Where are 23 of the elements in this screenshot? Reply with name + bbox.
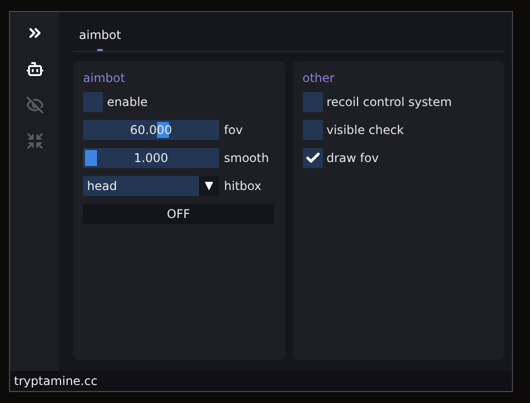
panel-title: other <box>302 70 336 87</box>
slider-thumb[interactable] <box>85 150 97 166</box>
toggle-button[interactable]: OFF <box>83 204 274 224</box>
robot-icon[interactable] <box>26 60 44 78</box>
checkbox[interactable] <box>302 148 322 168</box>
hitbox-dropdown[interactable]: head ▼ <box>83 176 219 196</box>
panel-title: aimbot <box>83 70 126 87</box>
eye-off-icon[interactable] <box>26 96 44 114</box>
checkbox-label: enable <box>107 94 148 111</box>
checkbox-label: recoil control system <box>326 94 452 111</box>
dropdown-value: head <box>86 178 118 195</box>
slider-label: fov <box>224 122 243 139</box>
tab[interactable]: aimbot <box>79 12 122 51</box>
checkbox-label: draw fov <box>326 150 379 167</box>
checkbox-label: visible check <box>326 122 404 139</box>
checkbox[interactable] <box>83 92 103 112</box>
checkbox[interactable] <box>302 92 322 112</box>
shrink-icon[interactable] <box>26 132 44 150</box>
slider[interactable]: 1.000 <box>83 148 219 168</box>
slider-label: smooth <box>224 150 269 167</box>
dropdown-label: hitbox <box>224 178 262 195</box>
checkbox[interactable] <box>302 120 322 140</box>
status-text: tryptamine.cc <box>14 373 98 390</box>
